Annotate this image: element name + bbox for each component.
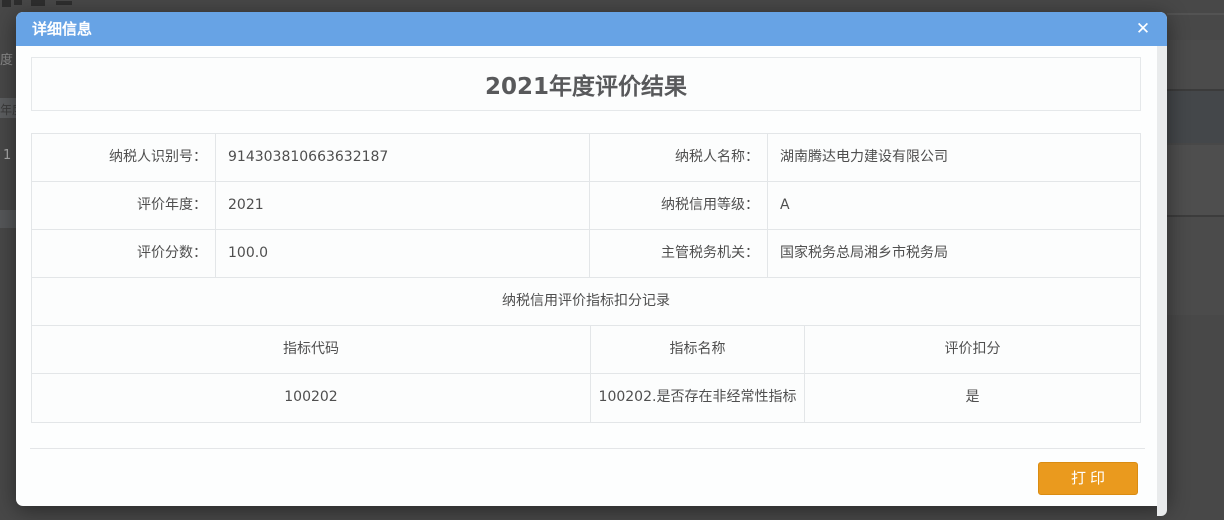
indicator-code-value: 100202 (32, 374, 591, 422)
evaluation-year-value: 2021 (216, 182, 590, 229)
table-row: 纳税人识别号： 914303810663632187 纳税人名称： 湖南腾达电力… (32, 134, 1140, 182)
tax-authority-label: 主管税务机关： (590, 230, 768, 277)
taxpayer-id-label: 纳税人识别号： (32, 134, 216, 181)
taxpayer-name-value: 湖南腾达电力建设有限公司 (768, 134, 1140, 181)
background-text-fragment (31, 0, 45, 6)
deduction-section-title: 纳税信用评价指标扣分记录 (32, 278, 1140, 326)
modal-header: 详细信息 ✕ (16, 12, 1167, 46)
background-text-fragment: 度 (0, 49, 13, 68)
background-left-strip: 度 年度 1 (0, 0, 16, 520)
modal-title: 详细信息 (32, 12, 92, 46)
table-row: 100202 100202.是否存在非经常性指标 是 (32, 374, 1140, 422)
tax-authority-value: 国家税务总局湘乡市税务局 (768, 230, 1140, 277)
table-row: 评价年度： 2021 纳税信用等级： A (32, 182, 1140, 230)
evaluation-table: 纳税人识别号： 914303810663632187 纳税人名称： 湖南腾达电力… (31, 133, 1141, 423)
background-right-strip (1167, 0, 1224, 520)
indicator-code-header: 指标代码 (32, 326, 591, 373)
taxpayer-id-value: 914303810663632187 (216, 134, 590, 181)
background-row-divider (1167, 13, 1224, 15)
deduction-score-header: 评价扣分 (805, 326, 1140, 373)
evaluation-score-label: 评价分数： (32, 230, 216, 277)
evaluation-year-label: 评价年度： (32, 182, 216, 229)
table-row: 评价分数： 100.0 主管税务机关： 国家税务总局湘乡市税务局 (32, 230, 1140, 278)
background-row-band (0, 210, 16, 228)
background-row-band (1167, 217, 1224, 315)
result-title-box: 2021年度评价结果 (31, 57, 1141, 111)
background-row-band (1167, 145, 1224, 215)
indicator-name-header: 指标名称 (591, 326, 805, 373)
background-row-band (1167, 91, 1224, 143)
dimmed-page-overlay: 度 年度 1 详细信息 ✕ 2021年度评价结果 纳税人识别号： 9143038… (0, 0, 1224, 520)
indicator-name-value: 100202.是否存在非经常性指标 (591, 374, 805, 422)
taxpayer-name-label: 纳税人名称： (590, 134, 768, 181)
modal-scrollbar-track[interactable] (1157, 46, 1167, 516)
credit-rating-value: A (768, 182, 1140, 229)
credit-rating-label: 纳税信用等级： (590, 182, 768, 229)
footer-divider (30, 448, 1145, 449)
result-title: 2021年度评价结果 (485, 67, 687, 101)
print-button[interactable]: 打印 (1038, 462, 1138, 495)
deduction-score-value: 是 (805, 374, 1140, 422)
background-text-fragment (56, 1, 72, 5)
background-text-fragment: 年度 (0, 101, 16, 118)
deduction-header-row: 指标代码 指标名称 评价扣分 (32, 326, 1140, 374)
close-icon[interactable]: ✕ (1130, 12, 1156, 46)
background-row-band (1167, 40, 1224, 89)
background-text-fragment: 1 (3, 148, 11, 163)
evaluation-score-value: 100.0 (216, 230, 590, 277)
detail-info-modal: 详细信息 ✕ 2021年度评价结果 纳税人识别号： 91430381066363… (16, 12, 1167, 506)
